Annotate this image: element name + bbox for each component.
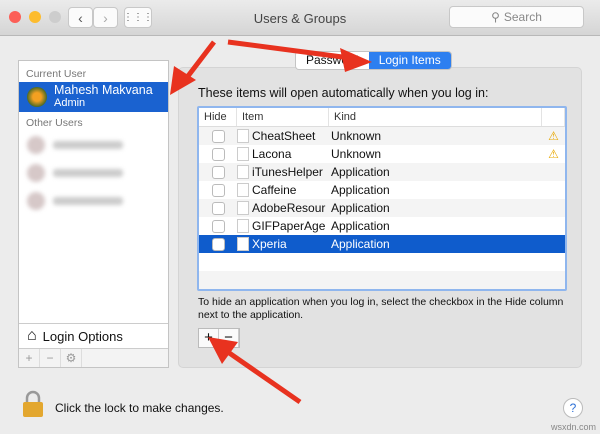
item-kind: Application (331, 201, 390, 215)
hide-checkbox[interactable] (211, 165, 225, 179)
user-name: Mahesh Makvana (54, 83, 153, 97)
column-hide[interactable]: Hide (199, 108, 237, 126)
user-role: Admin (54, 97, 86, 109)
item-kind: Unknown (331, 147, 382, 161)
item-name: Caffeine (252, 183, 297, 197)
search-input[interactable]: ⚲ Search (449, 6, 584, 28)
table-row[interactable]: iTunesHelper Application (199, 163, 565, 181)
login-items-intro: These items will open automatically when… (198, 86, 489, 100)
table-row[interactable]: GIFPaperAge Application (199, 217, 565, 235)
hide-checkbox[interactable] (211, 201, 225, 215)
app-icon (237, 201, 249, 215)
search-placeholder: Search (503, 10, 542, 24)
users-sidebar: Current User Mahesh Makvana Admin Other … (18, 60, 169, 368)
title-bar: ‹ › ⋮⋮⋮ Users & Groups ⚲ Search (0, 0, 600, 36)
empty-row (199, 289, 565, 291)
app-icon (237, 165, 249, 179)
item-kind: Unknown (331, 129, 382, 143)
table-header: Hide Item Kind (199, 108, 565, 127)
item-kind: Application (331, 165, 390, 179)
warning-icon: ⚠ (548, 147, 559, 161)
item-kind: Application (331, 237, 390, 251)
table-row[interactable]: Lacona Unknown ⚠ (199, 145, 565, 163)
user-item-blurred[interactable] (19, 187, 168, 215)
item-name: iTunesHelper (252, 165, 323, 179)
app-icon (237, 147, 249, 161)
tab-bar: Password Login Items (295, 51, 452, 70)
gear-icon[interactable]: ⚙ (61, 349, 82, 367)
tab-login-items[interactable]: Login Items (368, 52, 451, 69)
user-item-blurred[interactable] (19, 159, 168, 187)
user-item-current[interactable]: Mahesh Makvana Admin (19, 82, 168, 112)
app-icon (237, 183, 249, 197)
remove-item-button[interactable]: − (219, 329, 239, 347)
hide-checkbox[interactable] (211, 147, 225, 161)
empty-row (199, 271, 565, 289)
hide-checkbox[interactable] (211, 129, 225, 143)
search-icon: ⚲ (491, 10, 500, 24)
lock-text: Click the lock to make changes. (55, 401, 224, 415)
add-item-button[interactable]: + (199, 329, 219, 347)
add-user-button[interactable]: + (19, 349, 40, 367)
other-users-header: Other Users (26, 117, 83, 129)
hide-checkbox[interactable] (211, 183, 225, 197)
hide-checkbox[interactable] (211, 237, 225, 251)
app-icon (237, 237, 249, 251)
user-item-blurred[interactable] (19, 131, 168, 159)
hide-checkbox[interactable] (211, 219, 225, 233)
hide-instructions: To hide an application when you log in, … (198, 296, 564, 321)
app-icon (237, 219, 249, 233)
remove-user-button[interactable]: − (40, 349, 61, 367)
login-options-label: Login Options (42, 328, 123, 344)
item-name: Xperia (252, 237, 287, 251)
column-item[interactable]: Item (237, 108, 329, 126)
empty-row (199, 253, 565, 271)
table-row[interactable]: Caffeine Application (199, 181, 565, 199)
item-name: Lacona (252, 147, 292, 161)
item-kind: Application (331, 183, 390, 197)
warning-icon: ⚠ (548, 129, 559, 143)
login-items-table: Hide Item Kind CheatSheet Unknown ⚠ Laco… (197, 106, 567, 291)
add-remove-controls: + − (198, 328, 240, 348)
item-name: GIFPaperAge (252, 219, 326, 233)
login-options-item[interactable]: ⌂ Login Options (19, 323, 168, 348)
item-name: CheatSheet (252, 129, 316, 143)
watermark: wsxdn.com (550, 422, 596, 432)
sidebar-toolbar: + − ⚙ (19, 348, 168, 367)
app-icon (237, 129, 249, 143)
help-button[interactable]: ? (563, 398, 583, 418)
item-kind: Application (331, 219, 390, 233)
avatar (27, 87, 47, 107)
tab-password[interactable]: Password (296, 52, 369, 69)
table-row[interactable]: CheatSheet Unknown ⚠ (199, 127, 565, 145)
current-user-header: Current User (26, 68, 87, 80)
table-row[interactable]: AdobeResour Application (199, 199, 565, 217)
lock-icon[interactable] (22, 390, 44, 421)
house-icon: ⌂ (27, 327, 37, 344)
column-kind[interactable]: Kind (329, 108, 542, 126)
table-row[interactable]: Xperia Application (199, 235, 565, 253)
item-name: AdobeResour (252, 201, 326, 215)
